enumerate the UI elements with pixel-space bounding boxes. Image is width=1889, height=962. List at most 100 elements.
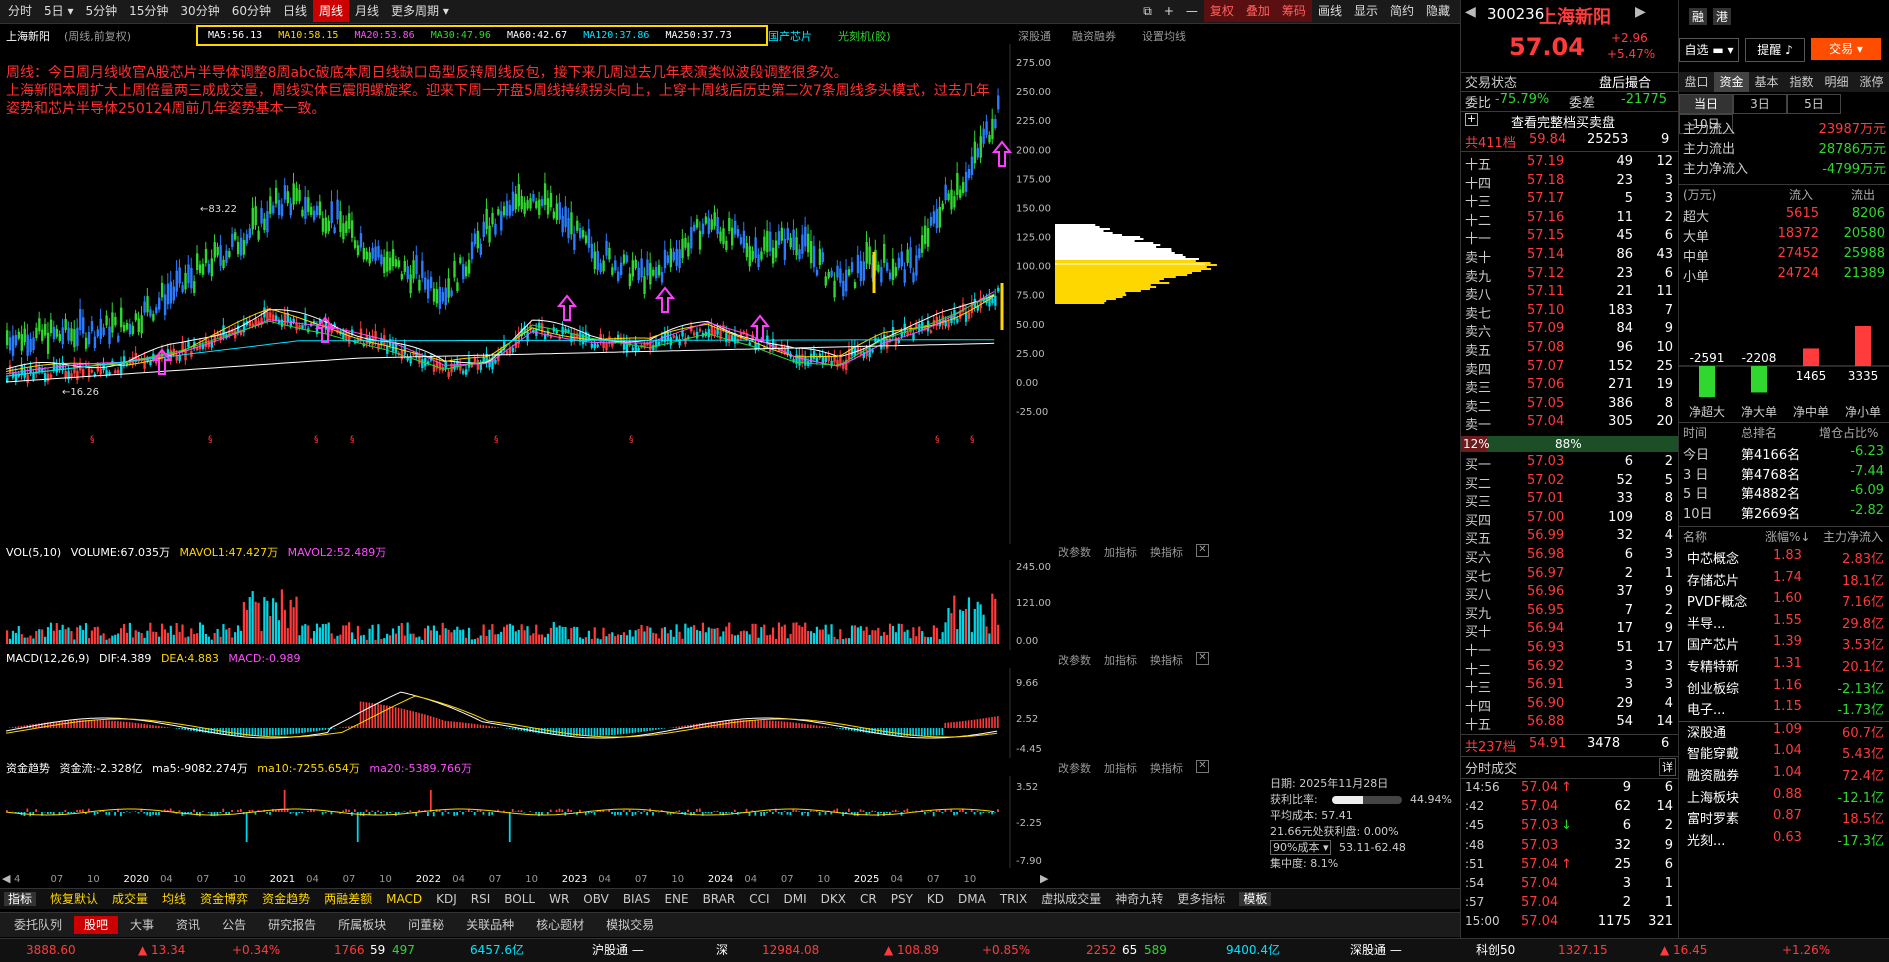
adjust-mode[interactable]: (周线,前复权) — [64, 28, 131, 44]
flow-close-icon[interactable]: ✕ — [1196, 760, 1209, 773]
flow-add-indicator[interactable]: 加指标 — [1104, 760, 1137, 776]
macd-chart[interactable]: 9.662.52-4.45 — [0, 668, 1270, 758]
sector-row[interactable]: 存储芯片1.7418.1亿 — [1679, 570, 1889, 592]
order-book-row[interactable]: 十五57.194912 — [1461, 154, 1678, 172]
bottom-tab[interactable]: 公告 — [212, 916, 256, 934]
flow-tab[interactable]: 明细 — [1819, 72, 1854, 92]
sector-row[interactable]: 光刻...0.63-17.3亿 — [1679, 830, 1889, 852]
chart-option-button[interactable]: 简约 — [1384, 0, 1420, 22]
indicator-tab[interactable]: 两融差额 — [324, 892, 372, 906]
sector-row[interactable]: 电子...1.15-1.73亿 — [1679, 699, 1889, 721]
order-book-row[interactable]: 十五56.885414 — [1461, 714, 1678, 732]
order-book-row[interactable]: 买四57.001098 — [1461, 510, 1678, 528]
indicator-tab[interactable]: 模板 — [1239, 892, 1271, 906]
indicator-tab[interactable]: BRAR — [703, 892, 736, 906]
trade-button[interactable]: 交易 ▾ — [1811, 38, 1881, 60]
indicator-tab[interactable]: 神奇九转 — [1115, 892, 1163, 906]
flow-period-tab[interactable]: 3日 — [1733, 94, 1787, 114]
period-tab[interactable]: 5分钟 — [80, 0, 124, 22]
period-tab[interactable]: 60分钟 — [226, 0, 277, 22]
tag-domestic-chip[interactable]: 国产芯片 — [768, 28, 812, 44]
flow-period-tab[interactable]: 5日 — [1787, 94, 1841, 114]
flow-tab[interactable]: 盘口 — [1679, 72, 1714, 92]
indicator-tab[interactable]: 均线 — [162, 892, 186, 906]
margin-tab[interactable]: 融 — [1689, 8, 1707, 25]
indicator-tab[interactable]: MACD — [386, 892, 422, 906]
vol-change-param[interactable]: 改参数 — [1058, 544, 1091, 560]
period-tab[interactable]: 周线 — [313, 0, 349, 22]
sector-row[interactable]: 半导...1.5529.8亿 — [1679, 613, 1889, 635]
order-book-row[interactable]: 卖五57.089610 — [1461, 340, 1678, 358]
chart-option-button[interactable]: 隐藏 — [1420, 0, 1456, 22]
cost-select[interactable]: 90%成本 ▾ — [1270, 840, 1331, 855]
indicator-tab[interactable]: WR — [549, 892, 569, 906]
order-book-row[interactable]: 十四56.90294 — [1461, 696, 1678, 714]
order-book-row[interactable]: 买五56.99324 — [1461, 528, 1678, 546]
link-sgt[interactable]: 深股通 — [1018, 28, 1051, 44]
indicator-tab[interactable]: OBV — [583, 892, 609, 906]
hgt-flow[interactable]: 沪股通 — — [592, 939, 644, 962]
indicator-tab[interactable]: CR — [860, 892, 877, 906]
indicator-tab[interactable]: ENE — [664, 892, 688, 906]
bottom-tab[interactable]: 股吧 — [74, 916, 118, 934]
ticks-detail-button[interactable]: 详 — [1659, 758, 1676, 776]
chart-option-button[interactable]: 复权 — [1204, 0, 1240, 22]
sh-index[interactable]: 3888.60 — [26, 939, 76, 962]
flow-tab[interactable]: 指数 — [1784, 72, 1819, 92]
indicator-tab[interactable]: TRIX — [1000, 892, 1027, 906]
order-book-row[interactable]: 十三56.9133 — [1461, 677, 1678, 695]
order-book-row[interactable]: 十二57.16112 — [1461, 210, 1678, 228]
chart-option-button[interactable]: 画线 — [1312, 0, 1348, 22]
order-book-row[interactable]: 十四57.18233 — [1461, 173, 1678, 191]
indicator-tab[interactable]: 指标 — [4, 892, 36, 906]
indicator-tab[interactable]: DKX — [821, 892, 846, 906]
period-tab[interactable]: 15分钟 — [123, 0, 174, 22]
bottom-tab[interactable]: 核心题材 — [526, 916, 594, 934]
bottom-tab[interactable]: 资讯 — [166, 916, 210, 934]
bottom-tab[interactable]: 研究报告 — [258, 916, 326, 934]
period-tab[interactable]: 30分钟 — [174, 0, 225, 22]
flow-tab[interactable]: 基本 — [1749, 72, 1784, 92]
bottom-tab[interactable]: 委托队列 — [4, 916, 72, 934]
order-book-row[interactable]: 卖八57.112111 — [1461, 284, 1678, 302]
indicator-tab[interactable]: 虚拟成交量 — [1041, 892, 1101, 906]
indicator-tab[interactable]: KDJ — [436, 892, 457, 906]
full-book-button[interactable]: + 查看完整档买卖盘 — [1461, 112, 1678, 130]
sector-row[interactable]: 创业板综1.16-2.13亿 — [1679, 678, 1889, 700]
order-book-row[interactable]: 买六56.9863 — [1461, 547, 1678, 565]
order-book-row[interactable]: 卖六57.09849 — [1461, 321, 1678, 339]
add-watchlist-button[interactable]: 自选 ▬ ▾ — [1679, 38, 1739, 62]
tool-icon[interactable]: + — [1158, 0, 1180, 22]
hk-tab[interactable]: 港 — [1713, 8, 1731, 25]
indicator-tab[interactable]: PSY — [891, 892, 913, 906]
indicator-tab[interactable]: BIAS — [623, 892, 651, 906]
sector-row[interactable]: 专精特新1.3120.1亿 — [1679, 656, 1889, 678]
indicator-tab[interactable]: DMA — [958, 892, 986, 906]
sgt-flow[interactable]: 深股通 — — [1350, 939, 1402, 962]
order-book-row[interactable]: 买十56.94179 — [1461, 621, 1678, 639]
sector-row[interactable]: 融资融券1.0472.4亿 — [1679, 765, 1889, 787]
order-book-row[interactable]: 十一57.15456 — [1461, 228, 1678, 246]
sector-head-pct[interactable]: 涨幅%↓ — [1765, 528, 1810, 545]
indicator-tab[interactable]: BOLL — [504, 892, 535, 906]
bottom-tab[interactable]: 所属板块 — [328, 916, 396, 934]
macd-close-icon[interactable]: ✕ — [1196, 652, 1209, 665]
chart-option-button[interactable]: 叠加 — [1240, 0, 1276, 22]
bottom-tab[interactable]: 大事 — [120, 916, 164, 934]
indicator-tab[interactable]: 资金博弈 — [200, 892, 248, 906]
flow-period-tab[interactable]: 当日 — [1679, 94, 1733, 114]
period-tab[interactable]: 日线 — [277, 0, 313, 22]
macd-add-indicator[interactable]: 加指标 — [1104, 652, 1137, 668]
sector-row[interactable]: 中芯概念1.832.83亿 — [1679, 548, 1889, 570]
prev-stock-icon[interactable]: ◀ — [1465, 4, 1476, 20]
order-book-row[interactable]: 卖十57.148643 — [1461, 247, 1678, 265]
tool-icon[interactable]: ⧉ — [1137, 0, 1158, 22]
order-book-row[interactable]: 买九56.9572 — [1461, 603, 1678, 621]
vol-switch-indicator[interactable]: 换指标 — [1150, 544, 1183, 560]
order-book-row[interactable]: 十二56.9233 — [1461, 659, 1678, 677]
bottom-tab[interactable]: 问董秘 — [398, 916, 454, 934]
order-book-row[interactable]: 卖四57.0715225 — [1461, 359, 1678, 377]
indicator-tab[interactable]: 恢复默认 — [50, 892, 98, 906]
order-book-row[interactable]: 买七56.9721 — [1461, 566, 1678, 584]
vol-add-indicator[interactable]: 加指标 — [1104, 544, 1137, 560]
